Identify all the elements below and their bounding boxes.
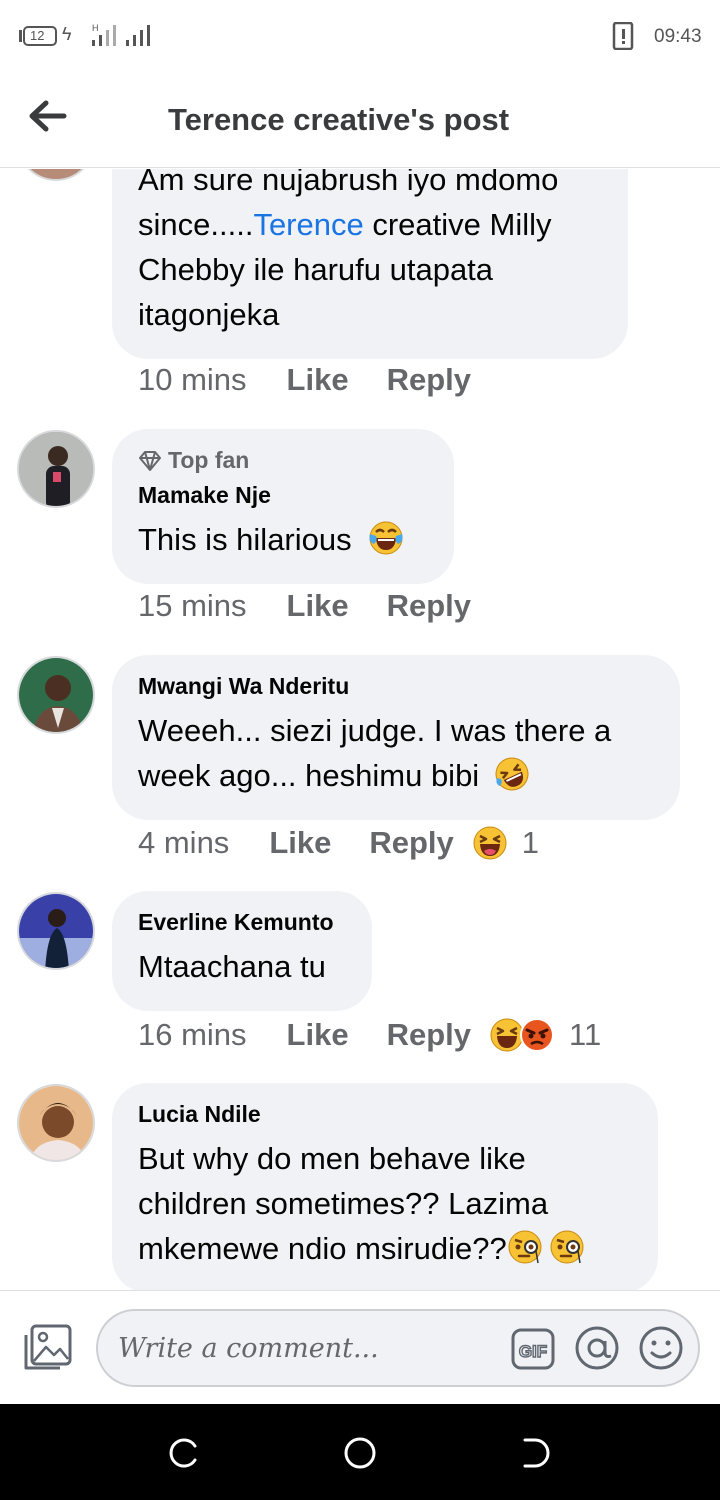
avatar-image [19,432,93,506]
like-button[interactable]: Like [269,825,331,861]
mobile-signal-icon-2 [126,25,150,46]
charging-icon: ϟ [62,24,72,44]
comment-actions: 15 mins Like Reply [138,588,471,624]
like-button[interactable]: Like [287,588,349,624]
mention-link[interactable]: Terence [253,207,363,242]
reply-button[interactable]: Reply [369,825,453,861]
reply-button[interactable]: Reply [387,362,471,398]
comment-composer: Write a comment... GIF [0,1290,720,1404]
comment-text: Weeeh... siezi judge. I was there a week… [138,708,654,798]
comment-actions: 10 mins Like Reply [138,362,471,398]
reply-button[interactable]: Reply [387,588,471,624]
avatar[interactable] [17,1084,95,1162]
comment-text: This is hilarious [138,517,428,562]
avatar[interactable] [17,169,95,181]
diamond-icon [139,450,161,471]
comment-actions: 16 mins Like Reply 11 [138,1017,601,1053]
mobile-signal-icon: H [92,23,116,46]
vibrate-icon [612,22,634,50]
system-nav-bar [0,1404,720,1500]
comment-bubble: Everline Kemunto Mtaachana tu [112,891,372,1011]
svg-text:H: H [92,23,99,33]
comment-placeholder: Write a comment... [118,1333,379,1364]
comment-actions: 4 mins Like Reply 1 [138,825,539,861]
reply-button[interactable]: Reply [387,1017,471,1053]
top-fan-badge: Top fan [138,447,428,474]
reaction-count[interactable]: 1 [522,825,539,861]
rofl-emoji-icon [495,757,529,791]
battery-level: 12 [30,28,45,43]
comment-time: 15 mins [138,588,247,623]
comment-bubble: Top fan Mamake Nje This is hilarious [112,429,454,584]
recent-apps-icon[interactable] [167,1436,201,1470]
comment-author[interactable]: Lucia Ndile [138,1101,632,1128]
comment-author[interactable]: Everline Kemunto [138,909,346,936]
avatar[interactable] [17,430,95,508]
comment-time: 4 mins [138,825,230,860]
comment-list[interactable]: Am sure nujabrush iyo mdomo since.....Te… [0,169,720,1290]
avatar[interactable] [17,656,95,734]
back-nav-icon[interactable] [519,1436,553,1470]
comment-input[interactable]: Write a comment... GIF [96,1309,700,1387]
monocle-face-emoji-icon [508,1230,542,1264]
like-button[interactable]: Like [287,1017,349,1053]
comment-text: Am sure nujabrush iyo mdomo since.....Te… [138,169,559,332]
avatar-image [19,894,93,968]
haha-reaction-icon[interactable] [472,825,508,861]
like-button[interactable]: Like [287,362,349,398]
comment-bubble: Lucia Ndile But why do men behave like c… [112,1083,658,1290]
comment-bubble: Mwangi Wa Nderitu Weeeh... siezi judge. … [112,655,680,820]
comment-bubble: Am sure nujabrush iyo mdomo since.....Te… [112,169,628,359]
smile-icon[interactable] [638,1325,684,1371]
comment-time: 10 mins [138,362,247,397]
avatar-image [19,1086,93,1160]
comment-author[interactable]: Mamake Nje [138,482,428,509]
page-title: Terence creative's post [168,102,510,137]
home-icon[interactable] [343,1436,377,1470]
reaction-count[interactable]: 11 [569,1017,601,1053]
laughing-tears-emoji-icon [369,521,403,555]
at-icon[interactable] [574,1325,620,1371]
avatar[interactable] [17,892,95,970]
comment-author[interactable]: Mwangi Wa Nderitu [138,673,654,700]
svg-text:GIF: GIF [519,1342,547,1361]
gif-icon[interactable]: GIF [510,1327,556,1371]
comment-text: But why do men behave like children some… [138,1136,632,1271]
status-bar: 12 ϟ H 09:43 [0,0,720,72]
monocle-face-emoji-icon [550,1230,584,1264]
angry-reaction-icon[interactable] [519,1017,555,1053]
avatar-image [19,658,93,732]
clock: 09:43 [654,26,702,47]
arrow-left-icon[interactable] [28,98,68,134]
photo-icon[interactable] [22,1323,74,1373]
comment-time: 16 mins [138,1017,247,1052]
app-header: Terence creative's post [0,72,720,168]
comment-text: Mtaachana tu [138,949,326,984]
